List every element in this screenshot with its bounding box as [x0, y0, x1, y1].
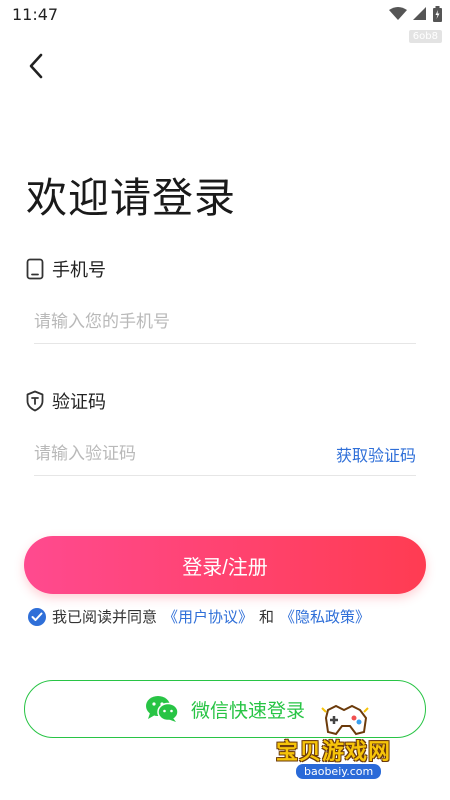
check-icon	[31, 612, 43, 621]
phone-label: 手机号	[26, 256, 106, 282]
page-title: 欢迎请登录	[26, 174, 236, 222]
code-input-row: 获取验证码	[34, 432, 416, 476]
back-button[interactable]	[20, 50, 52, 82]
agreement-prefix: 我已阅读并同意	[52, 608, 158, 626]
watermark-url: baobeiy.com	[296, 764, 382, 779]
shield-icon	[26, 390, 44, 412]
agreement-row: 我已阅读并同意 《用户协议》和《隐私政策》	[28, 606, 370, 627]
chevron-left-icon	[29, 53, 43, 79]
get-code-button[interactable]: 获取验证码	[336, 442, 416, 466]
status-time: 11:47	[12, 5, 59, 24]
watermark-title: 宝贝游戏网	[276, 740, 392, 765]
code-label-text: 验证码	[52, 392, 106, 413]
phone-input[interactable]	[34, 301, 416, 342]
status-bar: 11:47	[0, 0, 450, 30]
device-tag: 6ob8	[408, 30, 442, 43]
phone-icon	[26, 258, 44, 280]
code-label: 验证码	[26, 388, 106, 414]
code-input[interactable]	[34, 433, 336, 474]
gamepad-icon	[321, 704, 369, 736]
privacy-policy-link[interactable]: 《隐私政策》	[280, 606, 370, 627]
agree-checkbox[interactable]	[28, 607, 46, 626]
phone-input-row	[34, 300, 416, 344]
wifi-icon	[389, 7, 407, 20]
status-icons	[389, 6, 442, 22]
user-agreement-link[interactable]: 《用户协议》	[163, 606, 253, 627]
signal-icon	[413, 7, 426, 20]
battery-icon	[433, 6, 442, 22]
agreement-conjunction: 和	[259, 608, 275, 626]
site-watermark: 宝贝游戏网 baobeiy.com	[270, 700, 450, 790]
wechat-icon	[145, 696, 179, 722]
login-register-button[interactable]: 登录/注册	[24, 536, 426, 594]
phone-label-text: 手机号	[52, 260, 106, 281]
